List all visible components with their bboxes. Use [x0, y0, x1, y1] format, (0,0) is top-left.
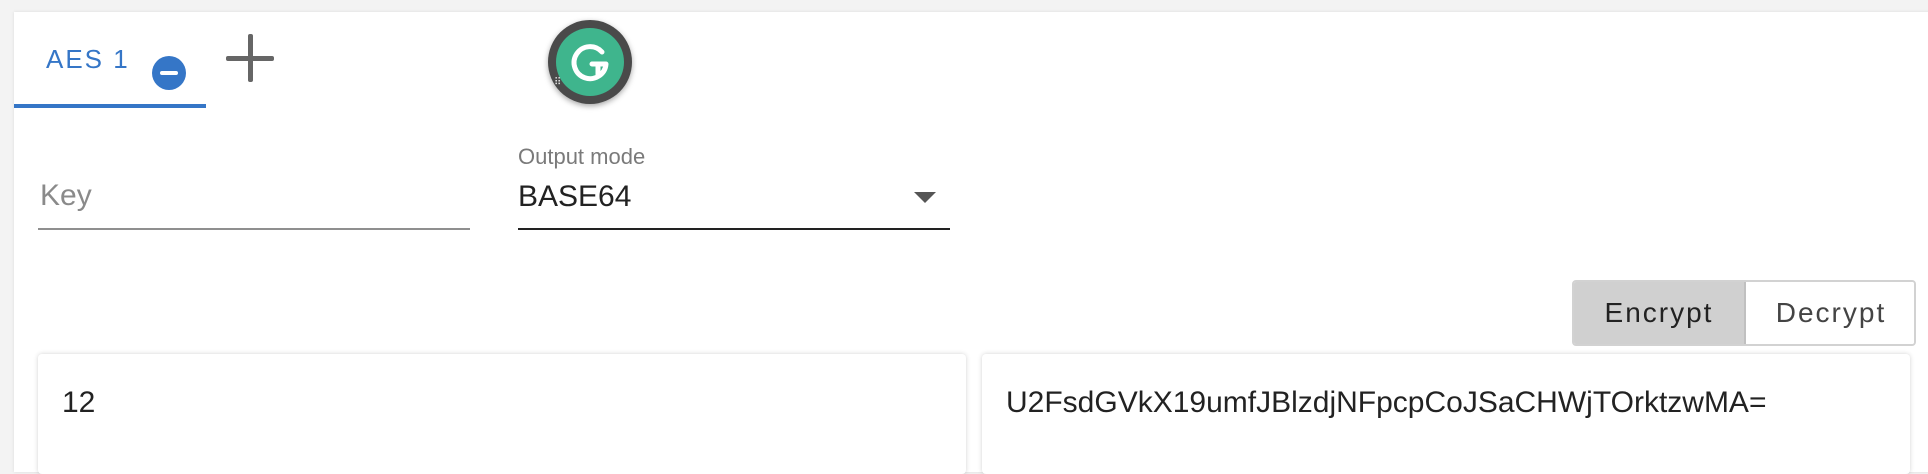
- tab-aes-1[interactable]: AES 1: [14, 14, 206, 108]
- output-mode-select[interactable]: Output mode BASE64: [518, 140, 950, 230]
- drag-handle-icon[interactable]: ⠿: [554, 78, 566, 94]
- plus-icon[interactable]: [226, 34, 274, 82]
- output-mode-label: Output mode: [518, 144, 646, 169]
- decrypt-button[interactable]: Decrypt: [1746, 282, 1914, 344]
- input-text: 12: [62, 386, 96, 419]
- output-mode-value: BASE64: [518, 180, 632, 213]
- minus-circle-icon[interactable]: [152, 56, 186, 90]
- grammarly-g-icon: [556, 28, 624, 96]
- mode-toggle-group: Encrypt Decrypt: [1572, 280, 1916, 346]
- encrypt-button[interactable]: Encrypt: [1574, 282, 1746, 344]
- output-text-area[interactable]: U2FsdGVkX19umfJBlzdjNFpcpCoJSaCHWjTOrktz…: [982, 354, 1910, 474]
- key-field[interactable]: [38, 150, 472, 230]
- input-text-area[interactable]: 12: [38, 354, 966, 474]
- chevron-down-icon: [914, 192, 936, 203]
- output-text: U2FsdGVkX19umfJBlzdjNFpcpCoJSaCHWjTOrktz…: [1006, 386, 1767, 419]
- tab-label: AES 1: [46, 44, 130, 74]
- grammarly-badge[interactable]: ⠿: [548, 20, 632, 104]
- key-input[interactable]: [38, 174, 472, 218]
